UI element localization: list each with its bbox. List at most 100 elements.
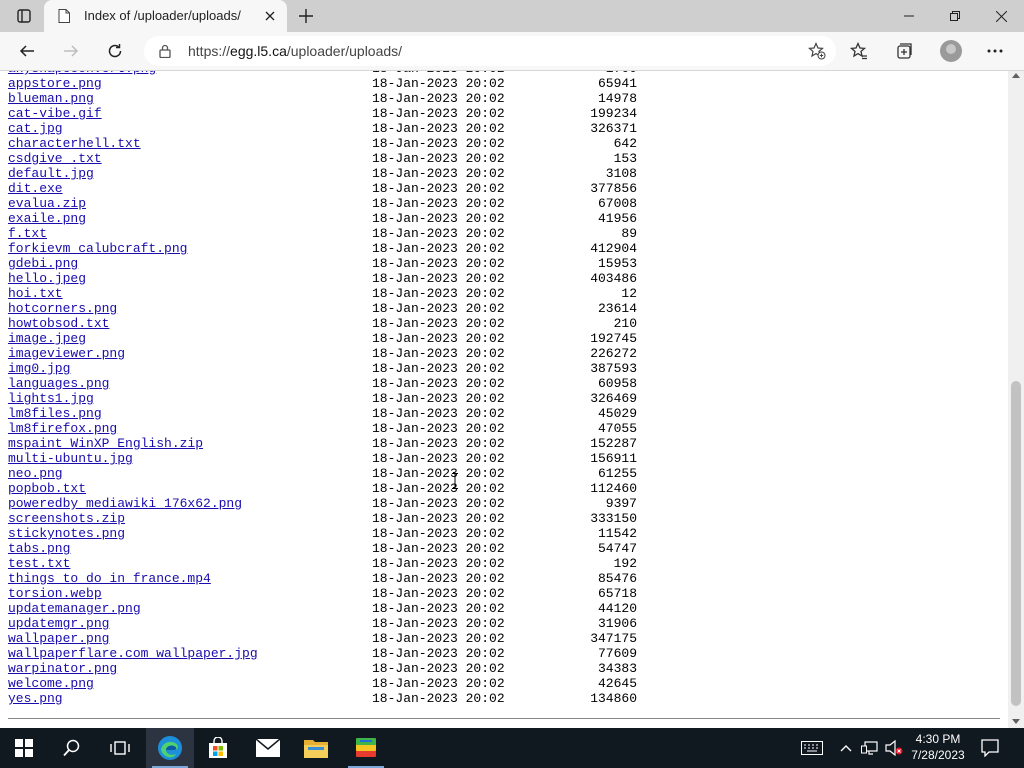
- vertical-scrollbar[interactable]: [1008, 71, 1024, 728]
- lock-icon[interactable]: [158, 44, 172, 58]
- file-link[interactable]: image.jpeg: [8, 331, 86, 346]
- file-link[interactable]: test.txt: [8, 556, 70, 571]
- url-text[interactable]: https://egg.l5.ca/uploader/uploads/: [188, 43, 402, 59]
- file-date: 18-Jan-2023 20:02: [372, 271, 505, 286]
- keyboard-layout-button[interactable]: [800, 738, 824, 758]
- text-cursor-icon: [452, 473, 458, 489]
- file-date: 18-Jan-2023 20:02: [372, 211, 505, 226]
- file-link[interactable]: poweredby_mediawiki_176x62.png: [8, 496, 242, 511]
- scroll-down-arrow-icon[interactable]: [1012, 719, 1020, 724]
- file-size: 47055: [597, 421, 637, 436]
- file-link[interactable]: cat.jpg: [8, 121, 63, 136]
- file-size: 44120: [597, 601, 637, 616]
- file-link[interactable]: wallpaper.png: [8, 631, 109, 646]
- file-link[interactable]: img0.jpg: [8, 361, 70, 376]
- volume-button[interactable]: [884, 738, 904, 758]
- clock-date: 7/28/2023: [911, 748, 965, 762]
- notification-center-button[interactable]: [980, 738, 1000, 758]
- system-clock[interactable]: 4:30 PM 7/28/2023: [906, 731, 970, 763]
- taskbar-store[interactable]: [194, 728, 242, 768]
- file-link[interactable]: things_to_do_in_france.mp4: [8, 571, 211, 586]
- taskbar-edge[interactable]: [146, 728, 194, 768]
- favorites-button[interactable]: [844, 36, 874, 66]
- close-window-button[interactable]: [978, 0, 1024, 32]
- file-link[interactable]: popbob.txt: [8, 481, 86, 496]
- url-scheme: https://: [188, 43, 231, 59]
- minimize-button[interactable]: [886, 0, 932, 32]
- restore-button[interactable]: [932, 0, 978, 32]
- file-link[interactable]: yes.png: [8, 691, 63, 706]
- file-size: 11542: [597, 526, 637, 541]
- profile-avatar[interactable]: [940, 40, 962, 62]
- plus-icon: [299, 9, 313, 23]
- file-date: 18-Jan-2023 20:02: [372, 301, 505, 316]
- tab-bar: Index of /uploader/uploads/: [0, 0, 1024, 32]
- start-button[interactable]: [0, 728, 48, 768]
- file-date: 18-Jan-2023 20:02: [372, 331, 505, 346]
- file-link[interactable]: lights1.jpg: [8, 391, 94, 406]
- file-link[interactable]: mspaint_WinXP_English.zip: [8, 436, 203, 451]
- file-link[interactable]: multi-ubuntu.jpg: [8, 451, 133, 466]
- file-link[interactable]: evalua.zip: [8, 196, 86, 211]
- file-link[interactable]: characterhell.txt: [8, 136, 141, 151]
- file-link[interactable]: tabs.png: [8, 541, 70, 556]
- file-link[interactable]: blueman.png: [8, 91, 94, 106]
- browser-tab[interactable]: Index of /uploader/uploads/: [44, 0, 287, 32]
- address-bar[interactable]: https://egg.l5.ca/uploader/uploads/: [144, 36, 836, 66]
- file-link[interactable]: exaile.png: [8, 211, 86, 226]
- file-size: 112460: [590, 481, 637, 496]
- file-date: 18-Jan-2023 20:02: [372, 286, 505, 301]
- file-size: 192: [613, 556, 637, 571]
- scroll-thumb[interactable]: [1011, 381, 1021, 706]
- file-link[interactable]: wallpaperflare.com_wallpaper.jpg: [8, 646, 258, 661]
- file-link[interactable]: hello.jpeg: [8, 271, 86, 286]
- file-size: 9397: [605, 496, 637, 511]
- add-favorite-button[interactable]: [806, 40, 828, 62]
- edge-icon: [158, 736, 182, 760]
- file-link[interactable]: stickynotes.png: [8, 526, 125, 541]
- search-button[interactable]: [48, 728, 96, 768]
- file-date: 18-Jan-2023 20:02: [372, 481, 505, 496]
- file-link[interactable]: lm8files.png: [8, 406, 102, 421]
- close-tab-button[interactable]: [260, 6, 280, 26]
- start-icon: [15, 739, 33, 757]
- taskbar-bluestacks[interactable]: [342, 728, 390, 768]
- back-button[interactable]: [12, 36, 42, 66]
- taskbar-file-explorer[interactable]: [292, 728, 340, 768]
- taskbar-mail[interactable]: [244, 728, 292, 768]
- scroll-up-arrow-icon[interactable]: [1012, 73, 1020, 78]
- collections-button[interactable]: [889, 36, 919, 66]
- file-size: 15953: [597, 256, 637, 271]
- refresh-button[interactable]: [100, 36, 130, 66]
- file-link[interactable]: languages.png: [8, 376, 109, 391]
- file-link[interactable]: torsion.webp: [8, 586, 102, 601]
- file-link[interactable]: updatemgr.png: [8, 616, 109, 631]
- new-tab-button[interactable]: [294, 4, 318, 28]
- file-link[interactable]: lm8firefox.png: [8, 421, 117, 436]
- tab-actions-button[interactable]: [8, 0, 40, 32]
- file-link[interactable]: gdebi.png: [8, 256, 78, 271]
- file-size: 54747: [597, 541, 637, 556]
- file-link[interactable]: imageviewer.png: [8, 346, 125, 361]
- file-link[interactable]: default.jpg: [8, 166, 94, 181]
- task-view-button[interactable]: [96, 728, 144, 768]
- file-link[interactable]: hotcorners.png: [8, 301, 117, 316]
- network-button[interactable]: [860, 738, 880, 758]
- file-link[interactable]: neo.png: [8, 466, 63, 481]
- file-link[interactable]: welcome.png: [8, 676, 94, 691]
- file-link[interactable]: forkievm_calubcraft.png: [8, 241, 187, 256]
- address-toolbar: https://egg.l5.ca/uploader/uploads/: [0, 32, 1024, 71]
- file-link[interactable]: updatemanager.png: [8, 601, 141, 616]
- file-link[interactable]: appstore.png: [8, 76, 102, 91]
- file-link[interactable]: f.txt: [8, 226, 47, 241]
- file-link[interactable]: howtobsod.txt: [8, 316, 109, 331]
- file-link[interactable]: dit.exe: [8, 181, 63, 196]
- file-link[interactable]: hoi.txt: [8, 286, 63, 301]
- settings-menu-button[interactable]: [980, 36, 1010, 66]
- file-link[interactable]: warpinator.png: [8, 661, 117, 676]
- file-link[interactable]: cat-vibe.gif: [8, 106, 102, 121]
- file-link[interactable]: screenshots.zip: [8, 511, 125, 526]
- show-hidden-icons-button[interactable]: [836, 738, 856, 758]
- file-link[interactable]: csdgive_.txt: [8, 151, 102, 166]
- forward-button[interactable]: [56, 36, 86, 66]
